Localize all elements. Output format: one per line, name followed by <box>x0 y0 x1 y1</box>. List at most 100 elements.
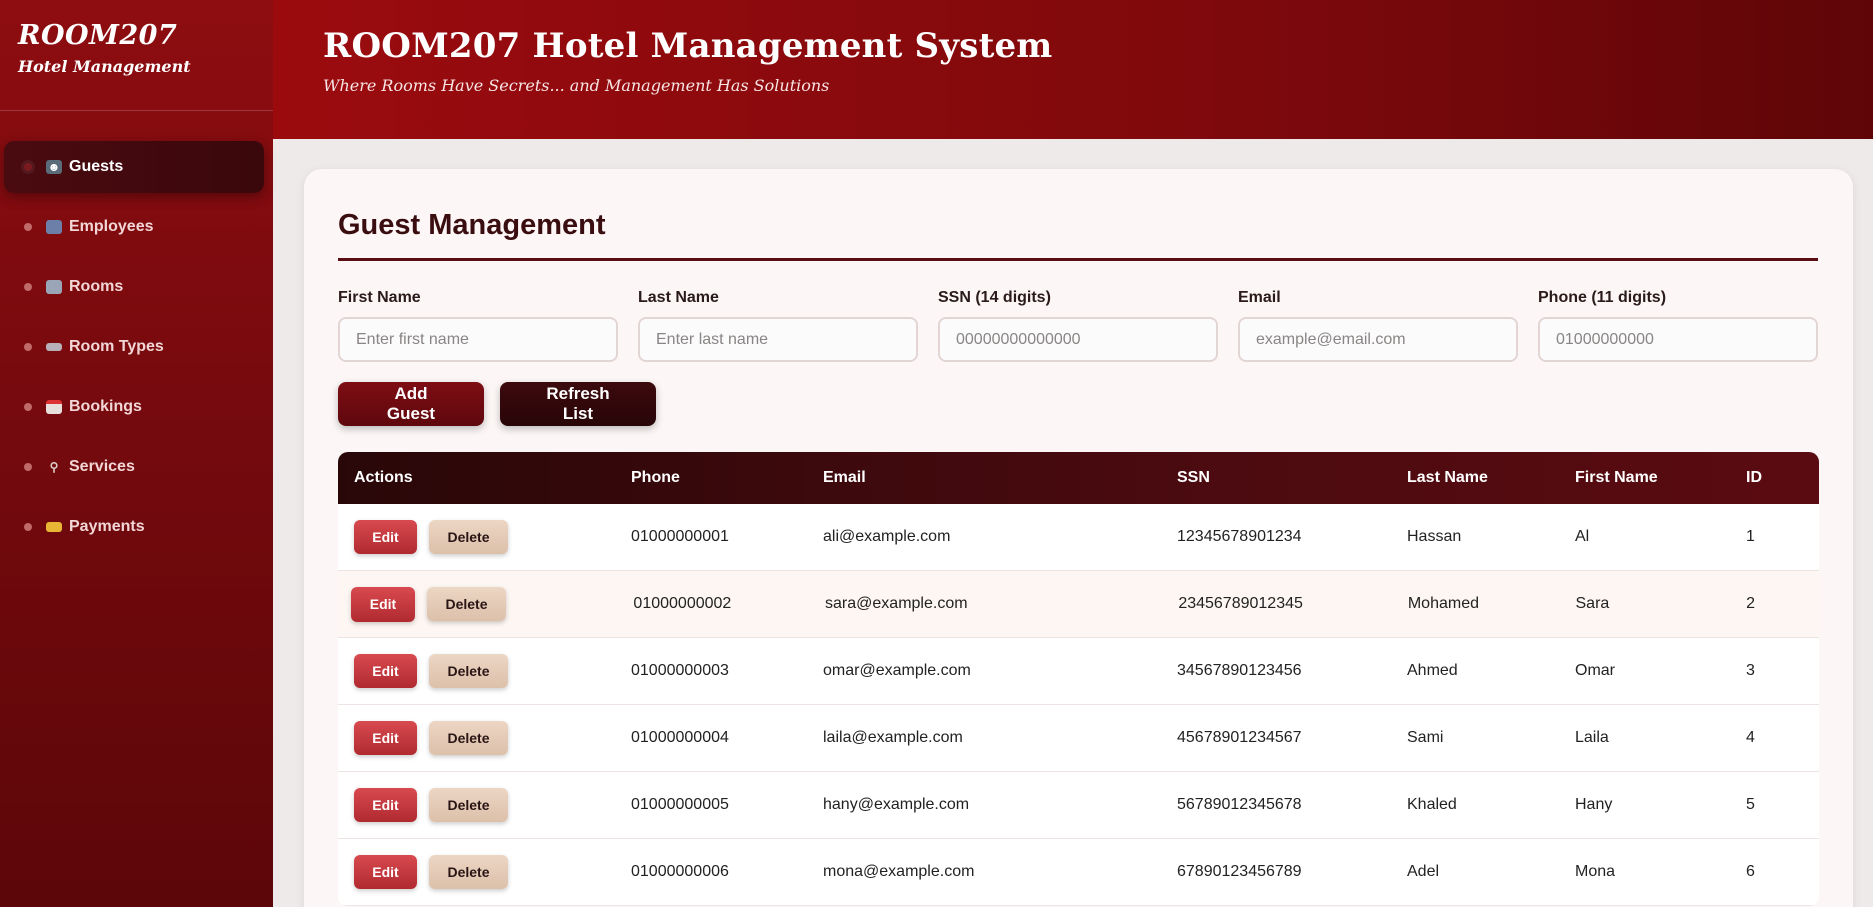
cell-first-name: Sara <box>1575 595 1610 612</box>
edit-button[interactable]: Edit <box>351 586 415 622</box>
bullet-dot <box>24 463 32 471</box>
cell-phone: 01000000003 <box>631 662 729 679</box>
brand: ROOM207 Hotel Management <box>0 0 273 111</box>
sidebar-item-rooms[interactable]: Rooms <box>4 261 264 313</box>
edit-button[interactable]: Edit <box>354 520 417 554</box>
cell-id: 1 <box>1746 528 1755 545</box>
cell-last-name: Ahmed <box>1407 662 1458 679</box>
table-row: Edit Delete 01000000006 mona@example.com… <box>338 839 1819 906</box>
app-title: ROOM207 Hotel Management System <box>323 26 1053 66</box>
first-name-field[interactable] <box>338 317 618 362</box>
cell-ssn: 12345678901234 <box>1177 528 1302 545</box>
delete-button[interactable]: Delete <box>429 788 508 822</box>
refresh-list-button[interactable]: Refresh List <box>500 382 656 426</box>
cell-ssn: 23456789012345 <box>1178 595 1303 612</box>
wrench-icon: ⚲ <box>49 460 59 474</box>
cell-email: mona@example.com <box>823 863 975 880</box>
header-ssn: SSN <box>1177 469 1210 486</box>
bullet-dot <box>24 343 32 351</box>
row-actions: Edit Delete <box>338 721 631 755</box>
first-name-group: First Name <box>338 289 618 362</box>
delete-button[interactable]: Delete <box>429 654 508 688</box>
row-actions: Edit Delete <box>338 855 631 889</box>
cell-email: omar@example.com <box>823 662 971 679</box>
row-actions: Edit Delete <box>338 654 631 688</box>
cell-ssn: 34567890123456 <box>1177 662 1302 679</box>
phone-label: Phone (11 digits) <box>1538 289 1667 306</box>
sidebar-item-guests[interactable]: ☻ Guests <box>4 141 264 193</box>
delete-button[interactable]: Delete <box>427 586 506 621</box>
email-group: Email <box>1238 289 1518 362</box>
sidebar-item-label: Services <box>69 458 135 475</box>
app-tagline: Where Rooms Have Secrets... and Manageme… <box>323 76 830 95</box>
edit-button[interactable]: Edit <box>354 721 417 755</box>
edit-button[interactable]: Edit <box>354 654 417 688</box>
bullet-dot <box>24 403 32 411</box>
cell-first-name: Omar <box>1575 662 1615 679</box>
header-email: Email <box>823 469 866 486</box>
bullet-dot <box>24 523 32 531</box>
guests-table: Actions Phone Email SSN Last Name First … <box>338 452 1819 906</box>
sidebar-item-bookings[interactable]: Bookings <box>4 381 264 433</box>
guest-form: First Name Last Name SSN (14 digits) Ema… <box>338 289 1818 362</box>
cell-last-name: Mohamed <box>1407 595 1479 612</box>
first-name-label: First Name <box>338 289 421 306</box>
delete-button[interactable]: Delete <box>429 721 508 755</box>
cell-phone: 01000000002 <box>633 595 732 612</box>
brand-title: ROOM207 <box>18 20 178 51</box>
ssn-label: SSN (14 digits) <box>938 289 1051 306</box>
delete-button[interactable]: Delete <box>429 520 508 554</box>
cell-first-name: Mona <box>1575 863 1616 880</box>
cell-phone: 01000000005 <box>631 796 729 813</box>
row-actions: Edit Delete <box>338 788 631 822</box>
last-name-label: Last Name <box>638 289 719 306</box>
page-title: Guest Management <box>338 209 1818 261</box>
sidebar-item-services[interactable]: ⚲ Services <box>4 441 264 493</box>
table-row: Edit Delete 01000000003 omar@example.com… <box>338 638 1819 705</box>
sidebar-item-label: Employees <box>69 218 154 235</box>
page-header: ROOM207 Hotel Management System Where Ro… <box>273 0 1873 139</box>
employees-icon <box>46 220 62 234</box>
cell-email: ali@example.com <box>823 528 951 545</box>
bed-icon <box>46 343 62 351</box>
sidebar: ROOM207 Hotel Management ☻ Guests Employ… <box>0 0 273 907</box>
sidebar-item-label: Room Types <box>69 338 164 355</box>
cell-phone: 01000000001 <box>631 528 729 545</box>
sidebar-item-employees[interactable]: Employees <box>4 201 264 253</box>
guests-icon: ☻ <box>46 160 62 174</box>
sidebar-item-label: Guests <box>69 158 124 175</box>
bullet-dot <box>24 283 32 291</box>
calendar-icon <box>46 400 62 414</box>
header-actions: Actions <box>354 469 413 486</box>
cell-first-name: Hany <box>1575 796 1613 813</box>
delete-button[interactable]: Delete <box>429 855 508 889</box>
table-row: Edit Delete 01000000002 sara@example.com… <box>338 571 1819 638</box>
table-row: Edit Delete 01000000001 ali@example.com … <box>338 504 1819 571</box>
sidebar-item-label: Rooms <box>69 278 124 295</box>
last-name-field[interactable] <box>638 317 918 362</box>
sidebar-nav: ☻ Guests Employees Rooms Room Types Book… <box>0 141 273 553</box>
cell-last-name: Hassan <box>1407 528 1462 545</box>
row-actions: Edit Delete <box>338 520 631 554</box>
bullet-dot <box>24 163 32 171</box>
sidebar-item-payments[interactable]: Payments <box>4 501 264 553</box>
sidebar-item-room-types[interactable]: Room Types <box>4 321 264 373</box>
cell-last-name: Khaled <box>1407 796 1457 813</box>
cell-id: 2 <box>1746 595 1756 612</box>
header-phone: Phone <box>631 469 680 486</box>
cell-id: 6 <box>1746 863 1755 880</box>
add-guest-button[interactable]: Add Guest <box>338 382 484 426</box>
ssn-field[interactable] <box>938 317 1218 362</box>
bullet-dot <box>24 223 32 231</box>
edit-button[interactable]: Edit <box>354 788 417 822</box>
phone-field[interactable] <box>1538 317 1818 362</box>
cell-email: sara@example.com <box>825 595 968 612</box>
cell-id: 5 <box>1746 796 1755 813</box>
header-last-name: Last Name <box>1407 469 1488 486</box>
sidebar-item-label: Payments <box>69 518 145 535</box>
guest-management-card: Guest Management First Name Last Name SS… <box>304 169 1853 907</box>
edit-button[interactable]: Edit <box>354 855 417 889</box>
cell-last-name: Sami <box>1407 729 1444 746</box>
form-actions: Add Guest Refresh List <box>338 382 1818 426</box>
email-field[interactable] <box>1238 317 1518 362</box>
